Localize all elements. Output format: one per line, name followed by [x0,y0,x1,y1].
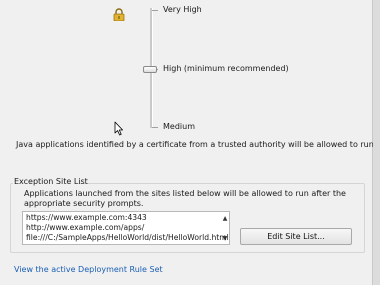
window-edge [373,0,380,285]
mouse-pointer-icon [114,121,123,136]
exception-site-list[interactable]: https://www.example.com:4343 http://www.… [22,211,230,245]
security-level-description: Java applications identified by a certif… [16,140,377,149]
slider-tick-very-high [152,10,158,11]
list-item[interactable]: http://www.example.com/apps/ [26,223,144,233]
exception-site-list-title: Exception Site List [14,177,88,186]
level-label-very-high[interactable]: Very High [163,5,202,15]
security-settings-panel: Very High High (minimum recommended) Med… [0,0,377,285]
level-label-high[interactable]: High (minimum recommended) [163,64,289,74]
scroll-down-arrow-icon[interactable]: ▼ [221,235,229,243]
list-item[interactable]: file:///C:/SampleApps/HelloWorld/dist/He… [26,233,229,243]
security-level-slider-thumb[interactable] [143,66,157,73]
scroll-up-arrow-icon[interactable]: ▲ [221,215,229,223]
lock-icon [113,8,125,21]
slider-tick-medium [152,127,158,128]
level-label-medium[interactable]: Medium [163,122,195,132]
exception-site-list-description: Applications launched from the sites lis… [24,189,346,208]
list-item[interactable]: https://www.example.com:4343 [26,213,147,223]
edit-site-list-button[interactable]: Edit Site List... [240,228,352,245]
view-deployment-rule-set-link[interactable]: View the active Deployment Rule Set [14,265,163,274]
